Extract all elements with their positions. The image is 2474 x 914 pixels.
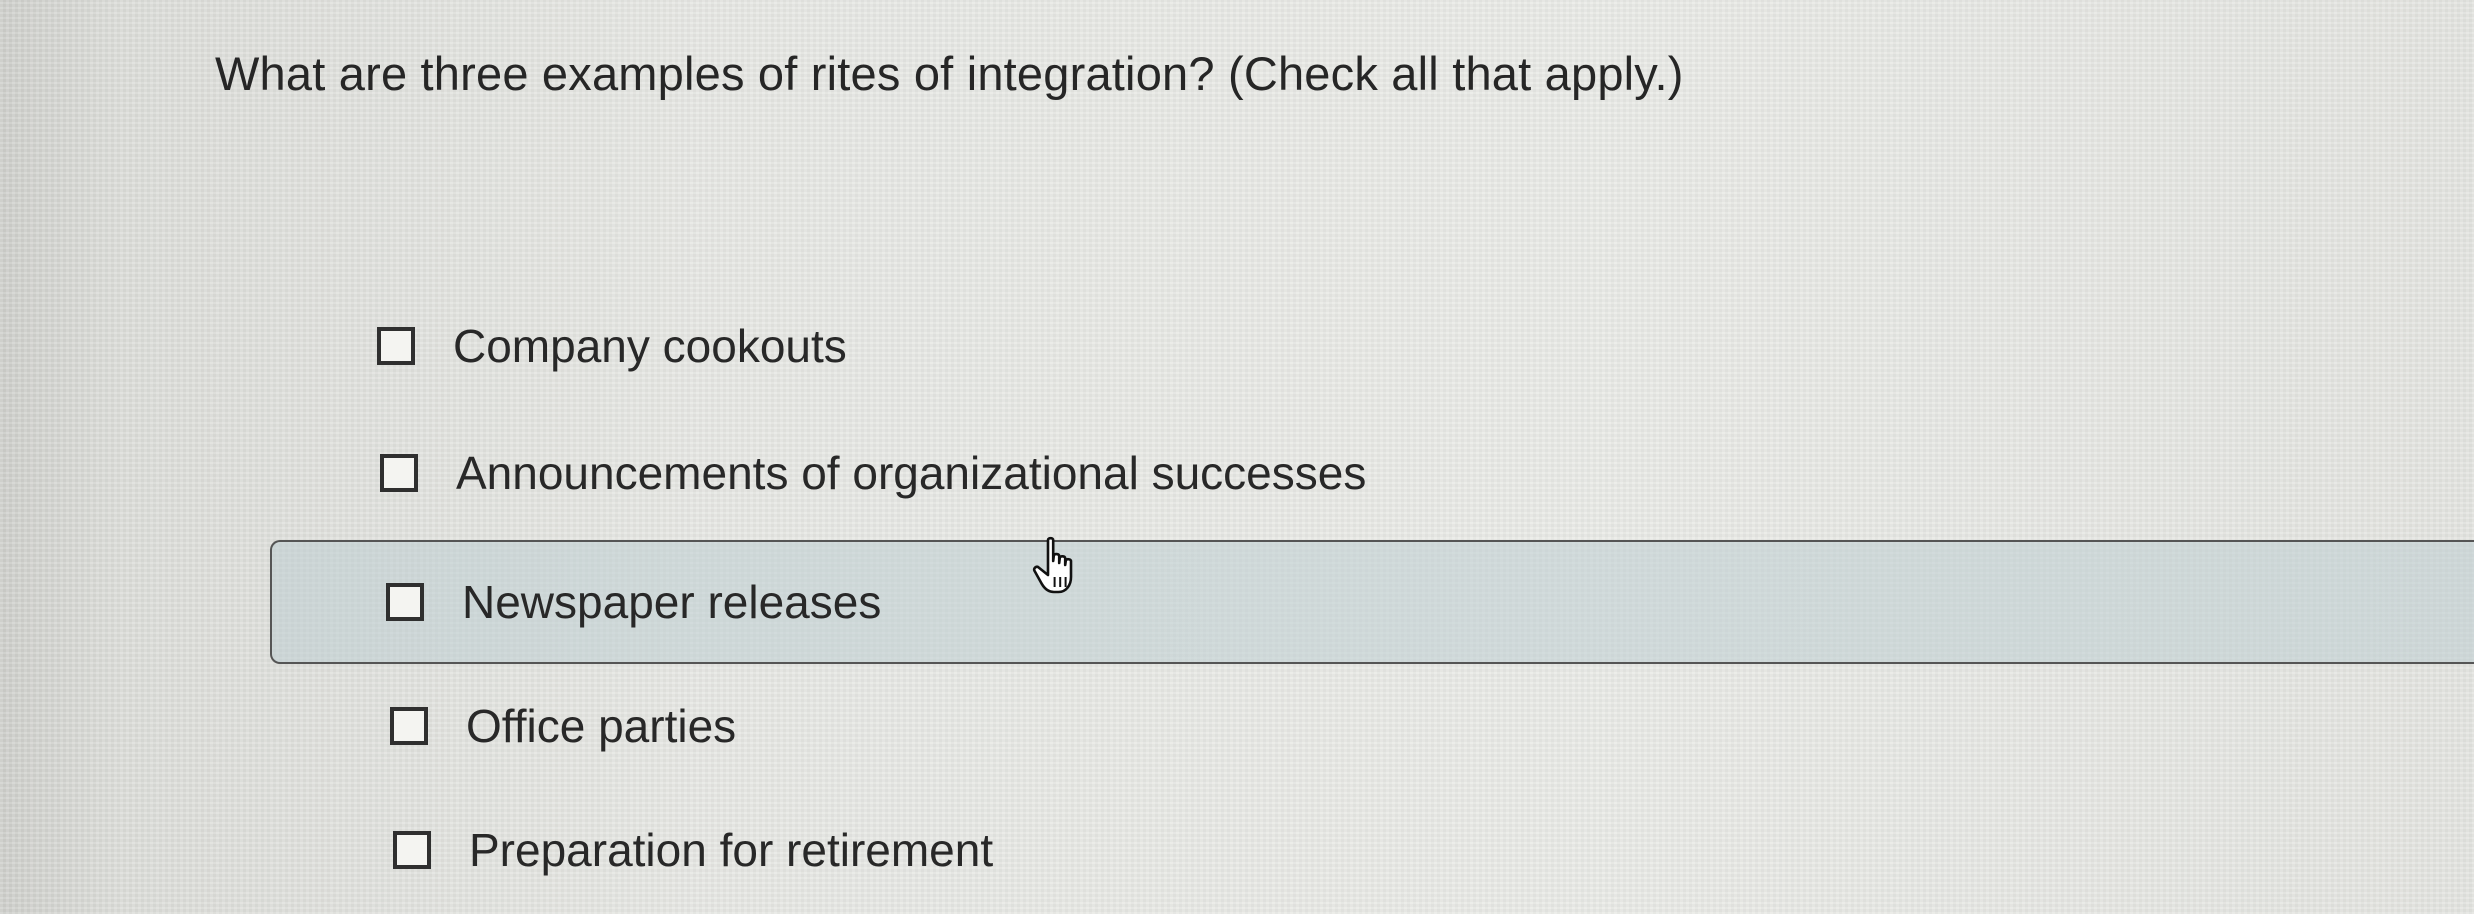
- checkbox[interactable]: [393, 831, 431, 869]
- option-office-parties[interactable]: Office parties: [390, 686, 736, 766]
- option-label: Company cookouts: [453, 320, 847, 372]
- option-company-cookouts[interactable]: Company cookouts: [377, 306, 847, 386]
- option-label: Announcements of organizational successe…: [456, 447, 1367, 499]
- option-newspaper-releases[interactable]: Newspaper releases: [270, 540, 2474, 664]
- option-label: Newspaper releases: [462, 576, 882, 628]
- checkbox[interactable]: [377, 327, 415, 365]
- option-label: Office parties: [466, 700, 737, 752]
- checkbox[interactable]: [386, 583, 424, 621]
- checkbox[interactable]: [380, 454, 418, 492]
- option-preparation-for-retirement[interactable]: Preparation for retirement: [393, 810, 993, 890]
- option-announcements-of-organizational-successes[interactable]: Announcements of organizational successe…: [380, 433, 1366, 513]
- option-label: Preparation for retirement: [469, 824, 994, 876]
- checkbox[interactable]: [390, 707, 428, 745]
- question-text: What are three examples of rites of inte…: [215, 47, 1684, 100]
